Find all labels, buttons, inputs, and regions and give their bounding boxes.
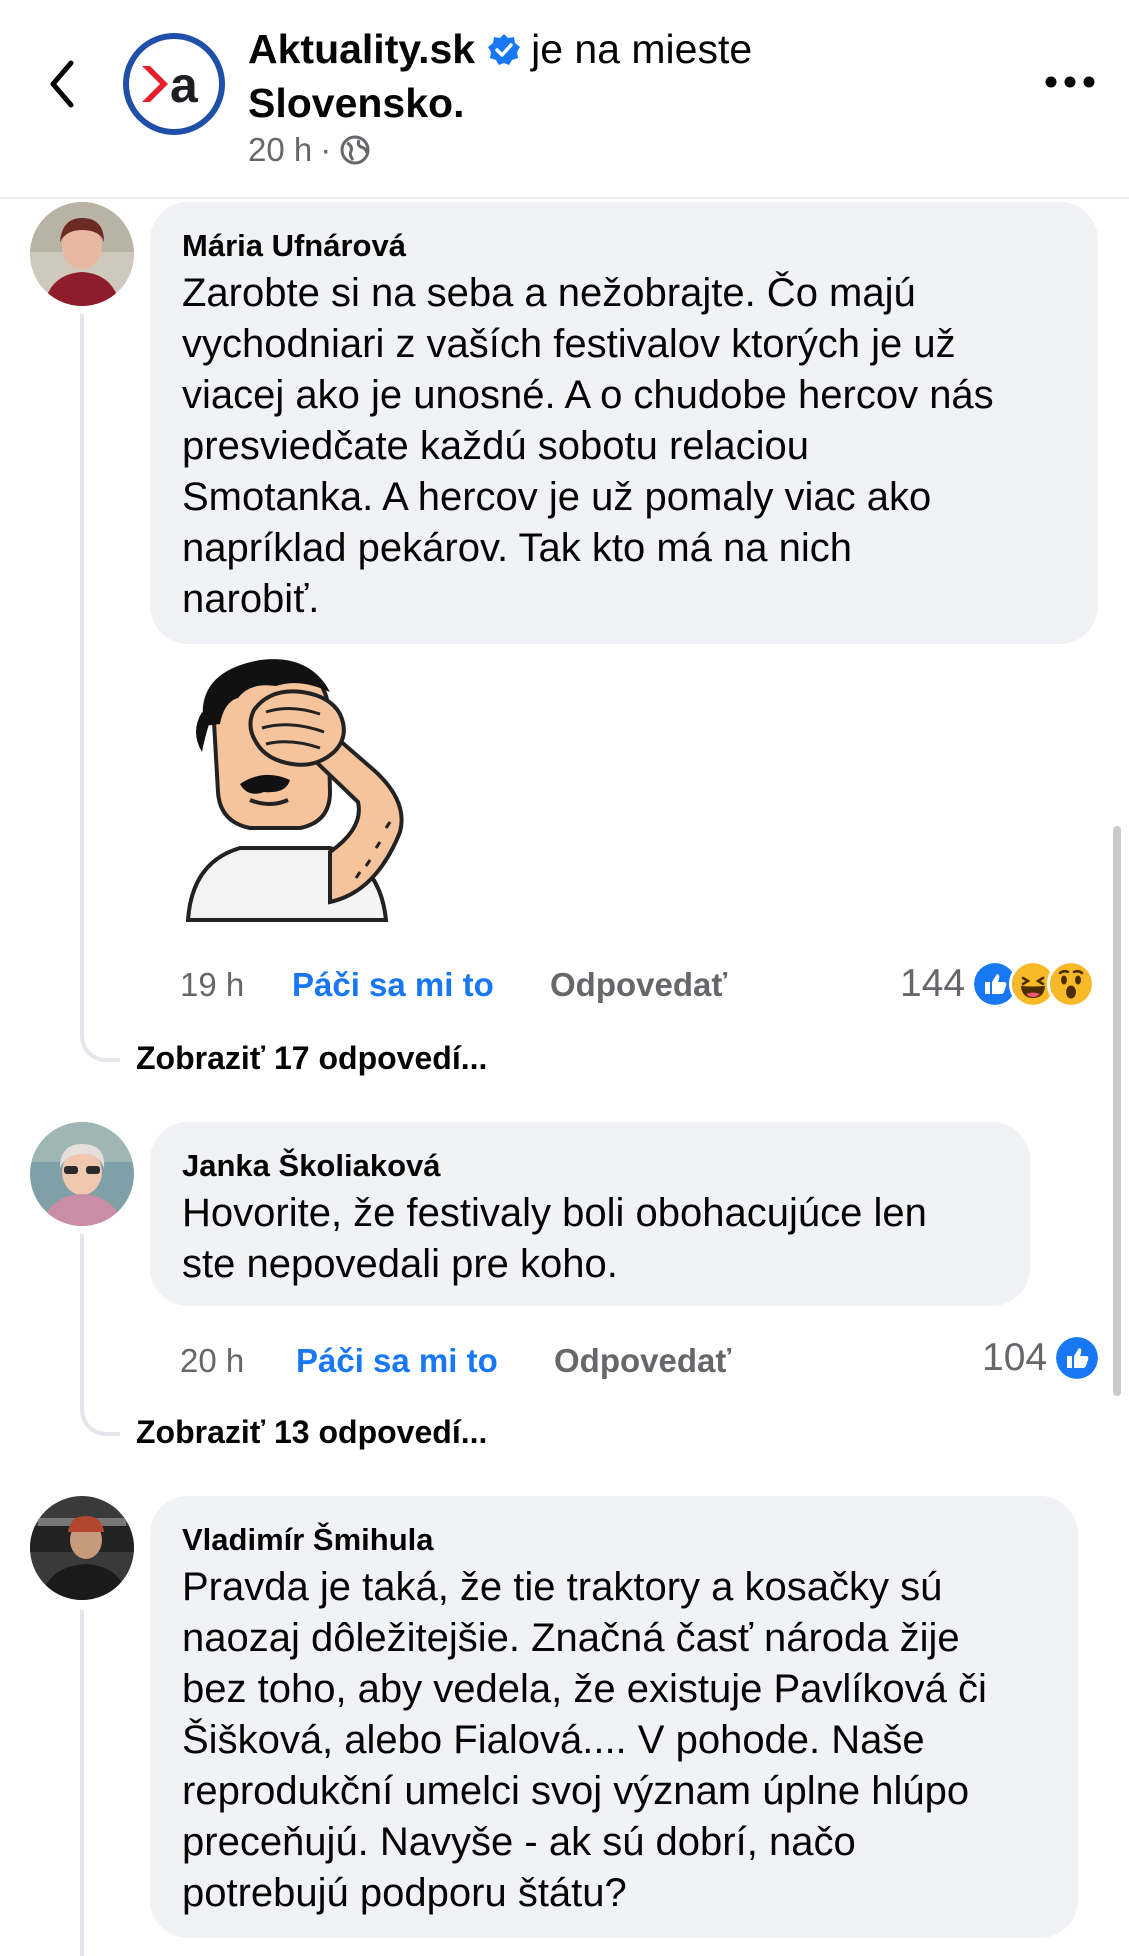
wow-reaction-icon (1047, 960, 1096, 1008)
more-options-button[interactable] (1040, 62, 1100, 102)
comment-text: Hovorite, že festivaly boli obohacujúce … (182, 1188, 998, 1290)
reply-button[interactable]: Odpovedať (550, 966, 727, 1004)
comment-text: Pravda je taká, že tie traktory a kosačk… (182, 1562, 1046, 1919)
comment-author[interactable]: Vladimír Šmihula (182, 1520, 1046, 1560)
comment-line: presviedčate každú sobotu relaciou (182, 424, 810, 468)
comment-bubble[interactable]: Janka Školiaková Hovorite, že festivaly … (150, 1122, 1030, 1306)
like-button[interactable]: Páči sa mi to (296, 1342, 554, 1380)
view-replies-button[interactable]: Zobraziť 13 odpovedí... (136, 1414, 487, 1451)
comment-line: napríklad pekárov. Tak kto má na nich (182, 526, 852, 570)
comment-line: vychodniari z vaších festivalov ktorých … (182, 322, 956, 366)
location-prefix: je na mieste (531, 26, 753, 72)
avatar-photo (30, 1496, 134, 1600)
comment-line: ste nepovedali pre koho. (182, 1242, 618, 1286)
comment-line: narobiť. (182, 577, 320, 621)
comment-line: potrebujú podporu štátu? (182, 1871, 627, 1915)
page-title-line: Aktuality.sk je na mieste (248, 26, 752, 73)
view-replies-button[interactable]: Zobraziť 17 odpovedí... (136, 1040, 487, 1077)
aktuality-logo: a (123, 33, 225, 135)
thread-line (80, 1234, 84, 1402)
comment-line: naozaj dôležitejšie. Značná časť národa … (182, 1616, 960, 1660)
location-name[interactable]: Slovensko. (248, 80, 464, 127)
comment-time[interactable]: 20 h (180, 1342, 296, 1380)
thread-connector (80, 1394, 120, 1436)
svg-text:a: a (170, 57, 199, 113)
post-header: a Aktuality.sk je na mieste Slovensko. 2… (0, 0, 1129, 199)
like-reaction-icon (1053, 1334, 1102, 1382)
meta-separator: · (320, 131, 332, 168)
back-button[interactable] (40, 54, 84, 114)
comment-actions: 19 h Páči sa mi to Odpovedať (180, 966, 727, 1004)
thread-connector (80, 1020, 120, 1062)
comment-author[interactable]: Janka Školiaková (182, 1146, 998, 1186)
header-divider (0, 197, 1129, 199)
like-button[interactable]: Páči sa mi to (292, 966, 550, 1004)
avatar[interactable] (30, 1122, 134, 1226)
reaction-count: 144 (900, 962, 966, 1005)
comment-actions: 20 h Páči sa mi to Odpovedať (180, 1342, 731, 1380)
comment-line: Smotanka. A hercov je už pomaly viac ako (182, 475, 932, 519)
thread-line (80, 1610, 84, 1956)
chevron-left-icon (50, 60, 74, 108)
reaction-summary[interactable]: 104 (982, 1334, 1102, 1382)
post-meta: 20 h · (248, 131, 371, 169)
comment-bubble[interactable]: Vladimír Šmihula Pravda je taká, že tie … (150, 1496, 1078, 1938)
facepalm-image (185, 659, 404, 922)
reaction-count: 104 (982, 1336, 1048, 1379)
avatar-photo (30, 1122, 134, 1226)
thread-line (80, 314, 84, 1028)
comment-line: Hovorite, že festivaly boli obohacujúce … (182, 1191, 927, 1235)
comment-text: Zarobte si na seba a nežobrajte. Čo majú… (182, 268, 1066, 625)
comment-line: viacej ako je unosné. A o chudobe hercov… (182, 373, 994, 417)
page-avatar[interactable]: a (122, 32, 226, 136)
page-name[interactable]: Aktuality.sk (248, 26, 475, 73)
comment-line: bez toho, aby vedela, že existuje Pavlík… (182, 1667, 987, 1711)
comment-bubble[interactable]: Mária Ufnárová Zarobte si na seba a nežo… (150, 202, 1098, 644)
comment-author[interactable]: Mária Ufnárová (182, 226, 1066, 266)
comment-line: preceňujú. Navyše - ak sú dobrí, načo (182, 1820, 856, 1864)
reaction-summary[interactable]: 144 (900, 960, 1096, 1008)
comment-line: reprodukční umelci svoj význam úplne hlú… (182, 1769, 970, 1813)
verified-badge-icon (488, 33, 521, 65)
more-horizontal-icon (1045, 76, 1095, 88)
avatar-photo (30, 202, 134, 306)
facepalm-sticker[interactable] (180, 652, 440, 922)
avatar[interactable] (30, 1496, 134, 1600)
reply-button[interactable]: Odpovedať (554, 1342, 731, 1380)
comment-time[interactable]: 19 h (180, 966, 292, 1004)
comment-line: Šišková, alebo Fialová.... V pohode. Naš… (182, 1718, 925, 1762)
globe-icon (340, 135, 370, 165)
comment-line: Pravda je taká, že tie traktory a kosačk… (182, 1565, 943, 1609)
avatar[interactable] (30, 202, 134, 306)
scrollbar[interactable] (1113, 826, 1121, 1396)
post-time[interactable]: 20 h (248, 131, 312, 169)
comment-line: Zarobte si na seba a nežobrajte. Čo majú (182, 271, 916, 315)
